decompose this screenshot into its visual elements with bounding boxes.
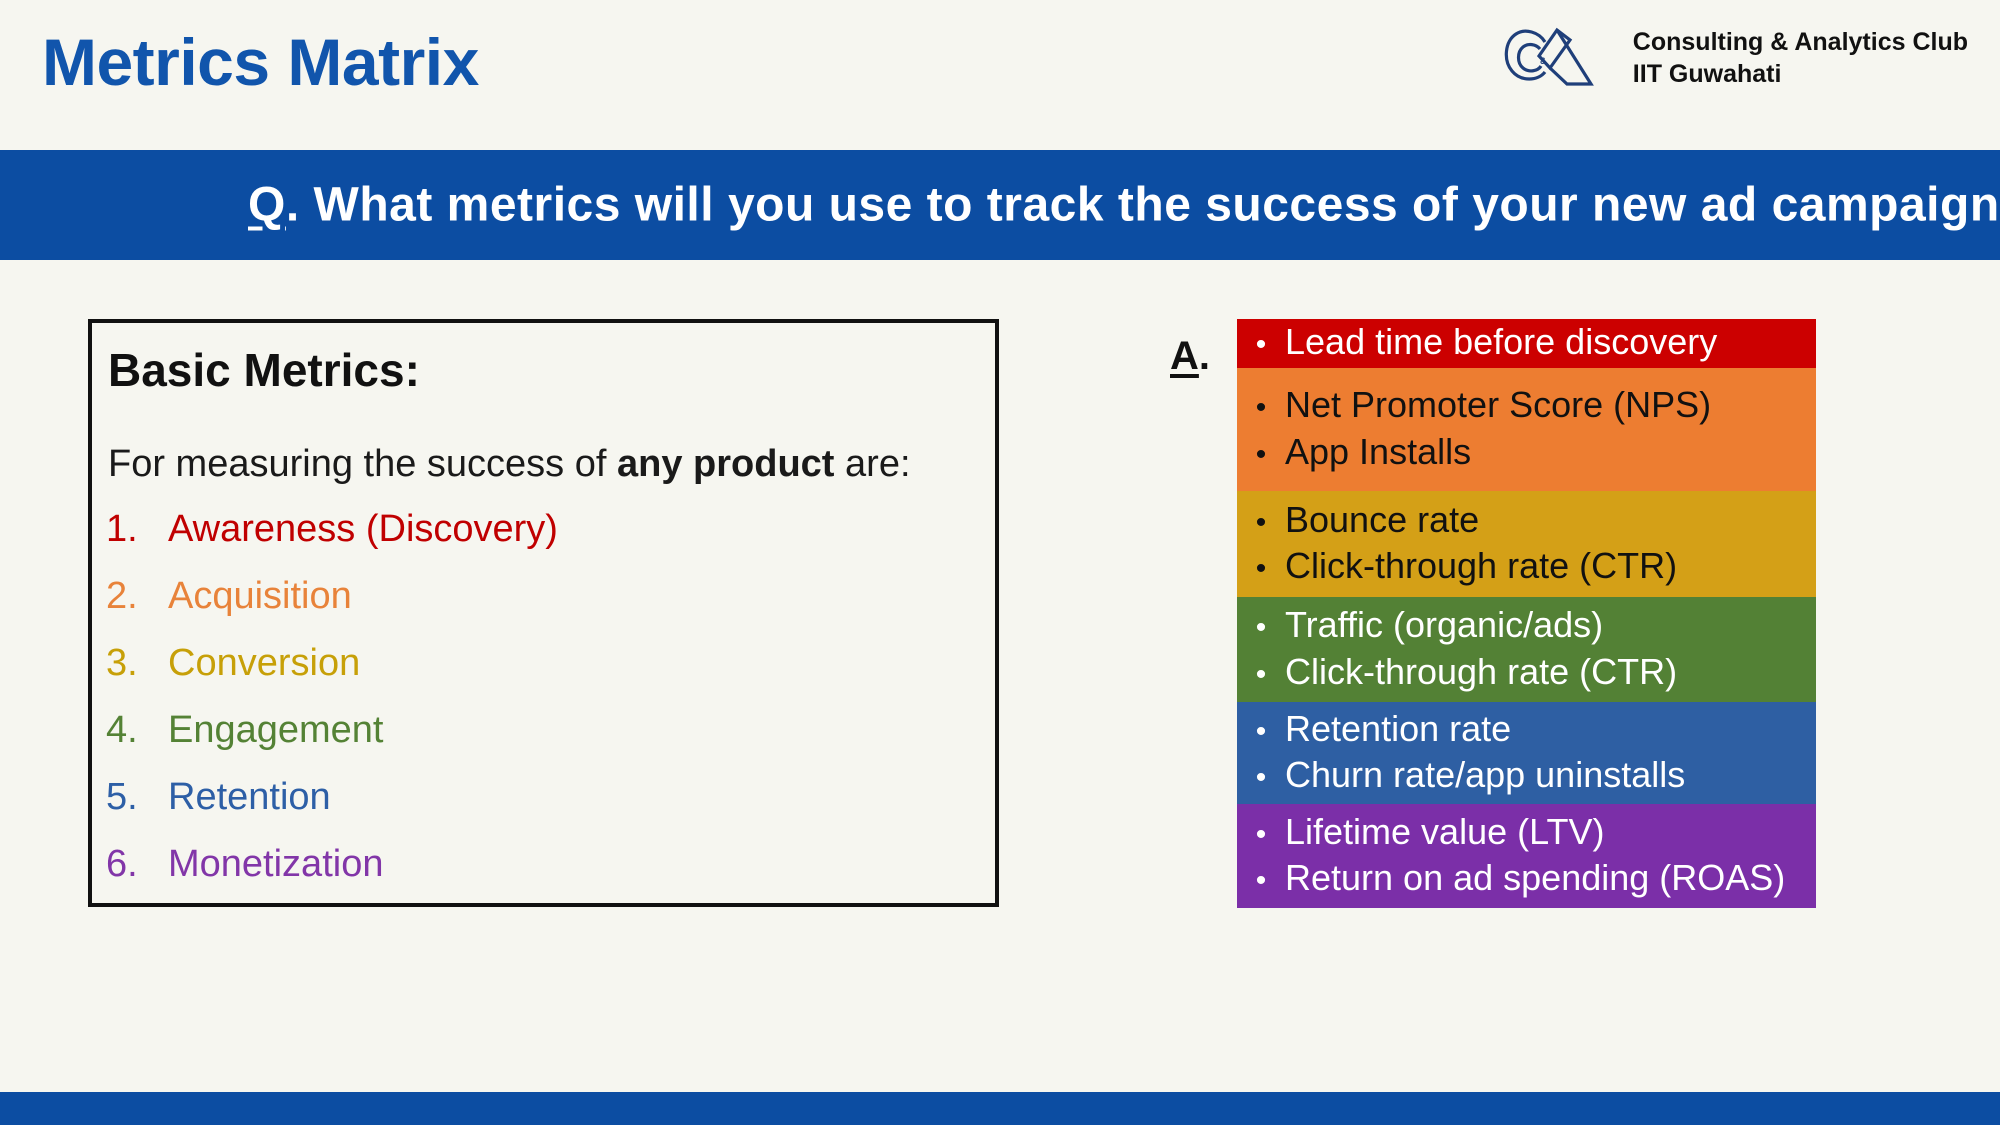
answer-block: • Bounce rate • Click-through rate (CTR) bbox=[1237, 491, 1816, 597]
metric-label: Engagement bbox=[168, 709, 384, 751]
answer-bullet-item: • Return on ad spending (ROAS) bbox=[1237, 855, 1816, 901]
metric-number: 4. bbox=[106, 709, 138, 751]
answer-bullet-item: • Churn rate/app uninstalls bbox=[1237, 752, 1816, 798]
bullet-icon: • bbox=[1255, 391, 1267, 425]
answer-bullet-item: • Lead time before discovery bbox=[1237, 319, 1816, 365]
bullet-icon: • bbox=[1255, 761, 1267, 794]
answer-item-label: App Installs bbox=[1285, 430, 1472, 472]
metric-label: Acquisition bbox=[168, 575, 352, 617]
answer-item-label: Churn rate/app uninstalls bbox=[1285, 754, 1686, 795]
metric-number: 2. bbox=[106, 575, 138, 617]
answer-bullet-item: • Bounce rate bbox=[1237, 497, 1816, 543]
metric-list-item: 4. Engagement bbox=[106, 709, 966, 776]
answer-block: • Lead time before discovery bbox=[1237, 319, 1816, 368]
bullet-icon: • bbox=[1255, 328, 1267, 362]
answer-bullet-item: • Lifetime value (LTV) bbox=[1237, 809, 1816, 855]
answer-bullet-item: • Click-through rate (CTR) bbox=[1237, 649, 1816, 695]
answer-item-label: Lifetime value (LTV) bbox=[1285, 810, 1605, 852]
question-prefix: Q bbox=[248, 178, 286, 232]
metric-number: 5. bbox=[106, 776, 138, 818]
basic-metrics-box: Basic Metrics: For measuring the success… bbox=[88, 319, 999, 907]
metric-label: Awareness (Discovery) bbox=[168, 508, 558, 550]
metric-list-item: 1. Awareness (Discovery) bbox=[106, 508, 966, 575]
metric-number: 1. bbox=[106, 508, 138, 550]
metric-number: 6. bbox=[106, 843, 138, 885]
metric-label: Conversion bbox=[168, 642, 361, 684]
answer-item-label: Retention rate bbox=[1285, 707, 1512, 749]
answer-bullet-item: • Net Promoter Score (NPS) bbox=[1237, 382, 1816, 428]
bullet-icon: • bbox=[1255, 437, 1267, 471]
question-banner: Q. What metrics will you use to track th… bbox=[0, 150, 2000, 260]
answer-block: • Net Promoter Score (NPS) • App Installs bbox=[1237, 368, 1816, 491]
basic-metrics-list: 1. Awareness (Discovery) 2. Acquisition 3. Co… bbox=[106, 508, 966, 910]
brand-text: Consulting & Analytics Club IIT Guwahati bbox=[1633, 26, 1968, 90]
bullet-icon: • bbox=[1255, 817, 1267, 851]
intro-text-before: For measuring the success of bbox=[108, 443, 617, 485]
brand-institute: IIT Guwahati bbox=[1632, 60, 1782, 88]
answer-item-label: Net Promoter Score (NPS) bbox=[1285, 384, 1712, 426]
brand-block: & Consulting & Analytics Club IIT Guwaha… bbox=[1495, 22, 1968, 94]
page-title: Metrics Matrix bbox=[42, 25, 479, 99]
metric-label: Monetization bbox=[168, 843, 384, 885]
bullet-icon: • bbox=[1255, 657, 1267, 691]
answer-item-label: Traffic (organic/ads) bbox=[1285, 604, 1604, 646]
bullet-icon: • bbox=[1255, 714, 1267, 748]
answer-item-label: Click-through rate (CTR) bbox=[1285, 545, 1678, 586]
answer-item-label: Lead time before discovery bbox=[1285, 321, 1718, 363]
answer-label: A. bbox=[1170, 334, 1210, 379]
answer-bullet-item: • Traffic (organic/ads) bbox=[1237, 602, 1816, 648]
answer-item-label: Return on ad spending (ROAS) bbox=[1285, 857, 1786, 898]
metric-list-item: 5. Retention bbox=[106, 776, 966, 843]
bullet-icon: • bbox=[1255, 611, 1267, 645]
brand-name: Consulting & Analytics Club bbox=[1632, 28, 1968, 56]
basic-metrics-intro: For measuring the success of any product… bbox=[108, 443, 911, 486]
answer-bullet-item: • App Installs bbox=[1237, 429, 1816, 475]
metric-number: 3. bbox=[106, 642, 138, 684]
basic-metrics-heading: Basic Metrics: bbox=[108, 344, 420, 396]
answer-bullet-item: • Click-through rate (CTR) bbox=[1237, 543, 1816, 589]
intro-text-bold: any product bbox=[617, 443, 835, 485]
metric-label: Retention bbox=[168, 776, 331, 818]
slide-header: Metrics Matrix & Consulting & Analytics … bbox=[0, 0, 2000, 150]
answer-bullet-item: • Retention rate bbox=[1237, 706, 1816, 752]
answer-block: • Traffic (organic/ads) • Click-through rat… bbox=[1237, 597, 1816, 702]
svg-text:&: & bbox=[1540, 56, 1547, 66]
footer-bar bbox=[0, 1092, 2000, 1125]
bullet-icon: • bbox=[1255, 552, 1267, 585]
answer-blocks-stack: • Lead time before discovery • Net Promoter… bbox=[1237, 319, 1816, 908]
answer-block: • Lifetime value (LTV) • Return on ad spend… bbox=[1237, 804, 1816, 908]
question-body: . What metrics will you use to track the… bbox=[285, 178, 2000, 232]
bullet-icon: • bbox=[1255, 505, 1267, 539]
answer-prefix: A bbox=[1170, 334, 1199, 378]
metric-list-item: 3. Conversion bbox=[106, 642, 966, 709]
metric-list-item: 2. Acquisition bbox=[106, 575, 966, 642]
answer-item-label: Bounce rate bbox=[1285, 498, 1480, 540]
intro-text-after: are: bbox=[834, 443, 911, 485]
ca-club-monogram-icon: & bbox=[1504, 27, 1594, 86]
question-text: Q. What metrics will you use to track th… bbox=[248, 178, 2000, 233]
answer-suffix: . bbox=[1198, 334, 1211, 378]
bullet-icon: • bbox=[1255, 864, 1267, 897]
answer-item-label: Click-through rate (CTR) bbox=[1285, 650, 1678, 692]
metric-list-item: 6. Monetization bbox=[106, 843, 966, 910]
answer-block: • Retention rate • Churn rate/app uninstall… bbox=[1237, 702, 1816, 804]
